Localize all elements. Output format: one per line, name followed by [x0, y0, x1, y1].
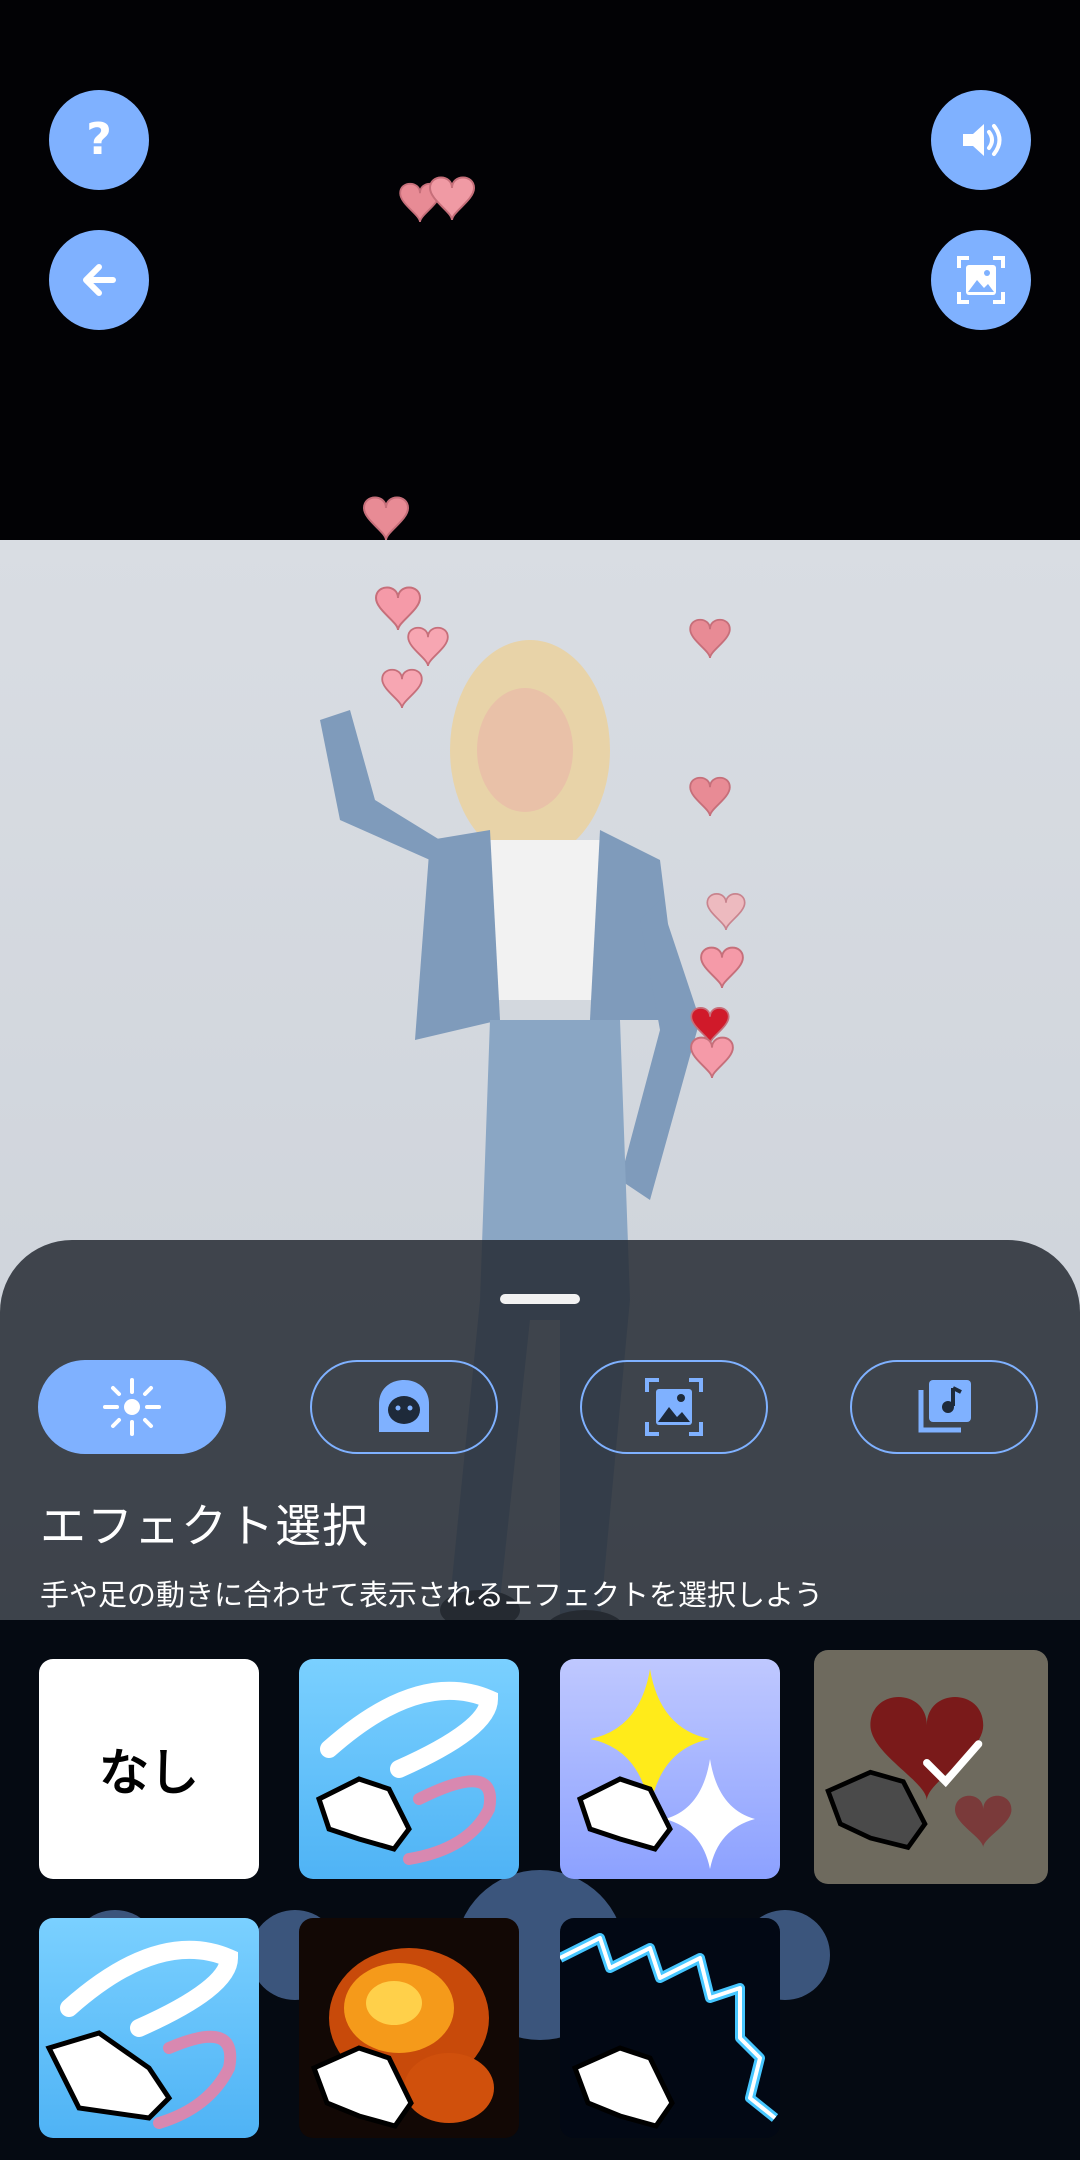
sheet-title: エフェクト選択	[40, 1499, 369, 1553]
foot-swoosh-icon	[45, 1940, 239, 2129]
category-tabs	[38, 1360, 1042, 1460]
sheet-subtitle: 手や足の動きに合わせて表示されるエフェクトを選択しよう	[40, 1578, 824, 1612]
hand-lightning-icon	[560, 1933, 779, 2129]
face-icon	[379, 1380, 429, 1432]
effect-tile-hand-fire[interactable]	[299, 1918, 519, 2138]
hand-swoosh-icon	[315, 1681, 499, 1865]
effect-tile-hand-swoosh[interactable]	[299, 1659, 519, 1879]
speaker-icon	[963, 124, 1002, 156]
sheet-drag-handle[interactable]	[500, 1294, 580, 1304]
effect-tile-hand-lightning[interactable]	[560, 1918, 780, 2138]
music-library-icon	[918, 1380, 971, 1433]
help-icon: ?	[86, 114, 112, 165]
tab-background[interactable]	[580, 1360, 768, 1454]
svg-text:?: ?	[86, 114, 112, 165]
hand-sparkle-icon	[576, 1669, 755, 1869]
app-screen: ? エフェクト選択 手や足の動きに合わせて表示されるエフェクトを選択しよう なし	[0, 0, 1080, 2160]
image-frame-icon	[957, 256, 1005, 304]
sound-button[interactable]	[931, 90, 1031, 190]
tab-music[interactable]	[850, 1360, 1038, 1454]
effect-tile-hand-hearts[interactable]	[814, 1650, 1048, 1884]
back-arrow-icon	[83, 264, 116, 296]
gallery-button[interactable]	[931, 230, 1031, 330]
sparkle-icon	[103, 1378, 161, 1436]
effect-tile-none[interactable]: なし	[39, 1659, 259, 1879]
effect-tile-hand-sparkle[interactable]	[560, 1659, 780, 1879]
hand-fire-icon	[310, 1948, 494, 2129]
image-frame-icon	[645, 1378, 703, 1436]
tab-effect[interactable]	[38, 1360, 226, 1454]
effect-none-label: なし	[99, 1744, 199, 1802]
hand-hearts-icon	[825, 1697, 1012, 1851]
back-button[interactable]	[49, 230, 149, 330]
help-button[interactable]: ?	[49, 90, 149, 190]
tab-face[interactable]	[310, 1360, 498, 1454]
effect-tile-foot-swoosh[interactable]	[39, 1918, 259, 2138]
